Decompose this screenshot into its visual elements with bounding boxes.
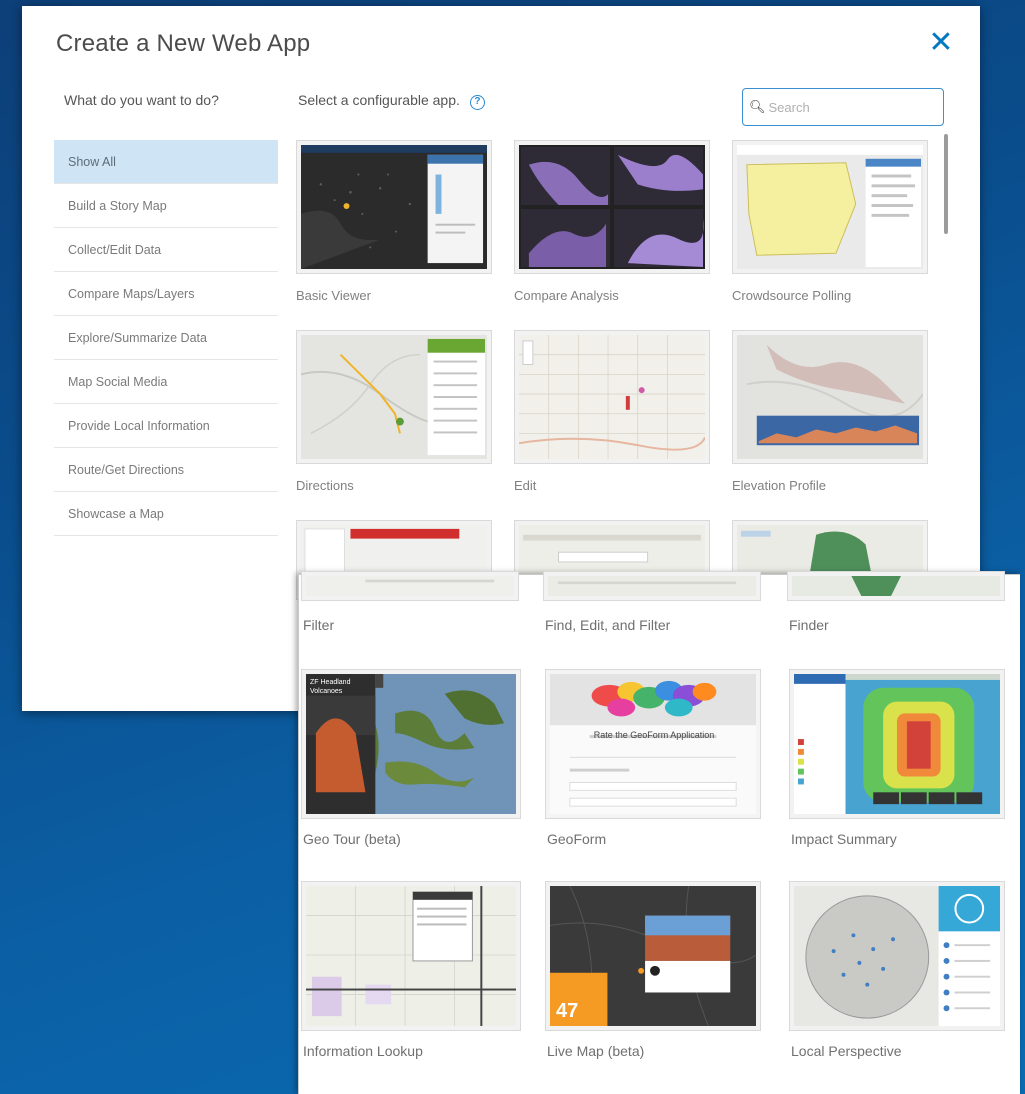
filter-thumbnail[interactable] (301, 571, 519, 601)
zoomed-app-gallery: Filter Find, Edit, and Filter Finder ZF … (298, 571, 1020, 1094)
app-label: Directions (296, 478, 354, 493)
live-map-count: 47 (556, 1000, 579, 1022)
crowdsource-polling-thumbnail[interactable] (732, 140, 928, 274)
app-card-live-map[interactable]: 47 Live Map (beta) (545, 881, 761, 1071)
category-sidebar: Show All Build a Story Map Collect/Edit … (54, 140, 278, 536)
sidebar-item-local-info[interactable]: Provide Local Information (54, 404, 278, 448)
dialog-title: Create a New Web App (56, 30, 311, 57)
app-label: Local Perspective (791, 1043, 902, 1059)
app-label: Geo Tour (beta) (303, 831, 401, 847)
basic-viewer-thumbnail[interactable] (296, 140, 492, 274)
app-card-compare-analysis[interactable]: Compare Analysis (514, 140, 710, 310)
geo-tour-thumbnail[interactable]: ZF Headland Volcanoes (301, 669, 521, 819)
app-label: Information Lookup (303, 1043, 423, 1059)
apps-heading: Select a configurable app.? (298, 92, 485, 110)
sidebar-item-collect-edit-data[interactable]: Collect/Edit Data (54, 228, 278, 272)
scrollbar[interactable] (944, 134, 948, 234)
app-card-find-edit-filter[interactable]: Find, Edit, and Filter (543, 571, 783, 641)
information-lookup-thumbnail[interactable] (301, 881, 521, 1031)
find-edit-filter-thumbnail[interactable] (543, 571, 761, 601)
app-label: Compare Analysis (514, 288, 619, 303)
app-label: Finder (789, 617, 829, 633)
close-icon[interactable]: ✕ (928, 28, 954, 58)
app-label: Crowdsource Polling (732, 288, 852, 303)
apps-heading-text: Select a configurable app. (298, 92, 460, 108)
app-label: Find, Edit, and Filter (545, 617, 671, 633)
app-label: Elevation Profile (732, 478, 826, 493)
sidebar-item-explore-data[interactable]: Explore/Summarize Data (54, 316, 278, 360)
app-card-crowdsource-polling[interactable]: Crowdsource Polling (732, 140, 928, 310)
sidebar-item-directions[interactable]: Route/Get Directions (54, 448, 278, 492)
app-label: GeoForm (547, 831, 607, 847)
app-label: Edit (514, 478, 537, 493)
search-icon: 🔍︎ (749, 99, 766, 114)
app-card-directions[interactable]: Directions (296, 330, 492, 500)
app-card-geoform[interactable]: Rate the GeoForm Application GeoForm (545, 669, 761, 859)
search-input[interactable] (768, 99, 939, 115)
finder-thumbnail[interactable] (787, 571, 1005, 601)
app-card-basic-viewer[interactable]: Basic Viewer (296, 140, 492, 310)
app-card-information-lookup[interactable]: Information Lookup (301, 881, 521, 1071)
app-label: Filter (303, 617, 335, 633)
geoform-heading: Rate the GeoForm Application (593, 730, 715, 740)
geo-tour-caption: ZF Headland Volcanoes (310, 679, 351, 695)
geoform-thumbnail[interactable]: Rate the GeoForm Application (545, 669, 761, 819)
edit-thumbnail[interactable] (514, 330, 710, 464)
compare-analysis-thumbnail[interactable] (514, 140, 710, 274)
sidebar-item-build-story-map[interactable]: Build a Story Map (54, 184, 278, 228)
live-map-thumbnail[interactable]: 47 (545, 881, 761, 1031)
sidebar-item-show-all[interactable]: Show All (54, 140, 278, 184)
local-perspective-thumbnail[interactable] (789, 881, 1005, 1031)
directions-thumbnail[interactable] (296, 330, 492, 464)
app-card-edit[interactable]: Edit (514, 330, 710, 500)
elevation-profile-thumbnail[interactable] (732, 330, 928, 464)
app-card-geo-tour[interactable]: ZF Headland Volcanoes Geo Tour (beta) (301, 669, 521, 859)
sidebar-item-compare-maps[interactable]: Compare Maps/Layers (54, 272, 278, 316)
app-label: Impact Summary (791, 831, 897, 847)
sidebar-item-showcase[interactable]: Showcase a Map (54, 492, 278, 536)
app-card-local-perspective[interactable]: Local Perspective (789, 881, 1005, 1071)
app-card-elevation-profile[interactable]: Elevation Profile (732, 330, 928, 500)
app-card-impact-summary[interactable]: Impact Summary (789, 669, 1005, 859)
sidebar-item-social-media[interactable]: Map Social Media (54, 360, 278, 404)
search-box: 🔍︎ (742, 88, 944, 126)
app-label: Live Map (beta) (547, 1043, 645, 1059)
app-card-finder[interactable]: Finder (787, 571, 1019, 641)
sidebar-heading: What do you want to do? (64, 92, 219, 108)
help-icon[interactable]: ? (469, 95, 485, 110)
impact-summary-thumbnail[interactable] (789, 669, 1005, 819)
app-card-filter[interactable]: Filter (299, 571, 539, 641)
app-label: Basic Viewer (296, 288, 371, 303)
